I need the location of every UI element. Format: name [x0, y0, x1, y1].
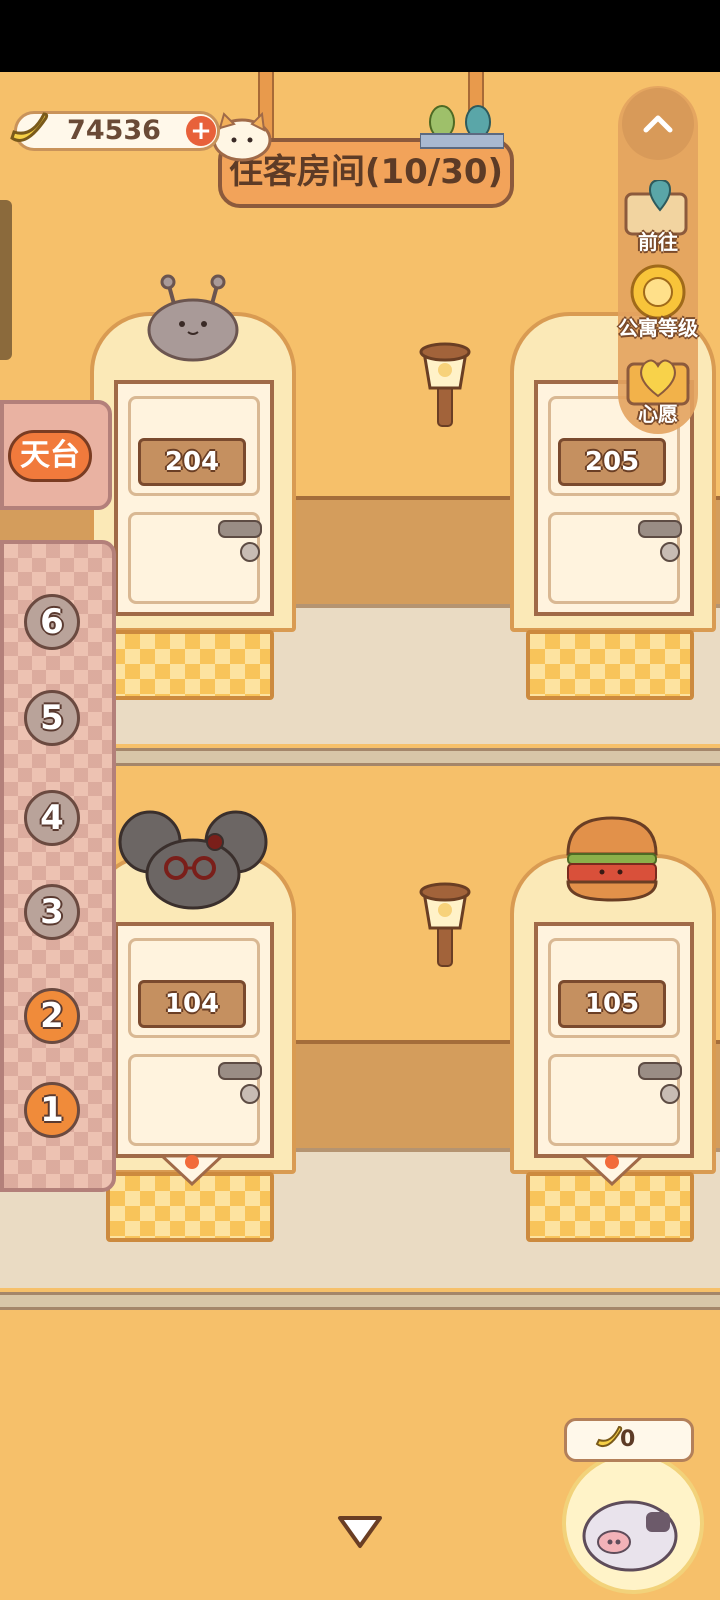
- room-sign-105: 105: [558, 980, 666, 1028]
- pig-collector-button[interactable]: [562, 1452, 704, 1594]
- door-mat: [106, 630, 274, 700]
- door-handle: [218, 1062, 262, 1080]
- door-handle: [638, 520, 682, 538]
- door-handle: [638, 1062, 682, 1080]
- collector-count: 0: [620, 1427, 636, 1452]
- door-handle: [218, 520, 262, 538]
- wish-button[interactable]: 心愿: [620, 348, 696, 428]
- banana-icon: [10, 112, 49, 142]
- room-sign-104: 104: [138, 980, 246, 1028]
- burger-guest-icon[interactable]: [562, 814, 662, 904]
- floor-button-3[interactable]: 3: [24, 884, 80, 940]
- add-currency-button[interactable]: +: [186, 116, 216, 146]
- floor-button-4[interactable]: 4: [24, 790, 80, 846]
- letter-icon[interactable]: [580, 1152, 644, 1186]
- room-sign-205: 205: [558, 438, 666, 486]
- room-sign-204: 204: [138, 438, 246, 486]
- door-lock: [240, 1084, 260, 1104]
- apartment-level-label: 公寓等级: [618, 316, 698, 340]
- floor-button-5[interactable]: 5: [24, 690, 80, 746]
- door-lock: [660, 542, 680, 562]
- scroll-down-icon[interactable]: [334, 1512, 386, 1552]
- status-bar: [0, 0, 720, 72]
- left-edge-tab[interactable]: [0, 200, 12, 360]
- floor-button-2[interactable]: 2: [24, 988, 80, 1044]
- wall-lamp-icon: [419, 882, 471, 967]
- apartment-level-button[interactable]: 公寓等级: [616, 262, 700, 340]
- rooftop-button[interactable]: 天台: [8, 430, 92, 482]
- wish-label: 心愿: [638, 402, 678, 426]
- slug-guest-icon[interactable]: [146, 274, 240, 362]
- door-lock: [660, 1084, 680, 1104]
- goto-button[interactable]: 前往: [620, 178, 696, 256]
- birds-icon: [420, 105, 504, 149]
- pig-icon: [582, 1500, 678, 1572]
- currency-amount: 74536: [67, 115, 161, 146]
- letter-icon[interactable]: [160, 1152, 224, 1186]
- door-lock: [240, 542, 260, 562]
- door-mat: [526, 630, 694, 700]
- floor-divider-lower: [0, 1292, 720, 1310]
- wall-lamp-icon: [419, 342, 471, 427]
- floor-button-1[interactable]: 1: [24, 1082, 80, 1138]
- mouse-guest-icon[interactable]: [118, 808, 268, 912]
- floor-button-6[interactable]: 6: [24, 594, 80, 650]
- collapse-menu-button[interactable]: [622, 88, 694, 160]
- goto-label: 前往: [638, 230, 678, 254]
- chevron-up-icon: [643, 115, 673, 133]
